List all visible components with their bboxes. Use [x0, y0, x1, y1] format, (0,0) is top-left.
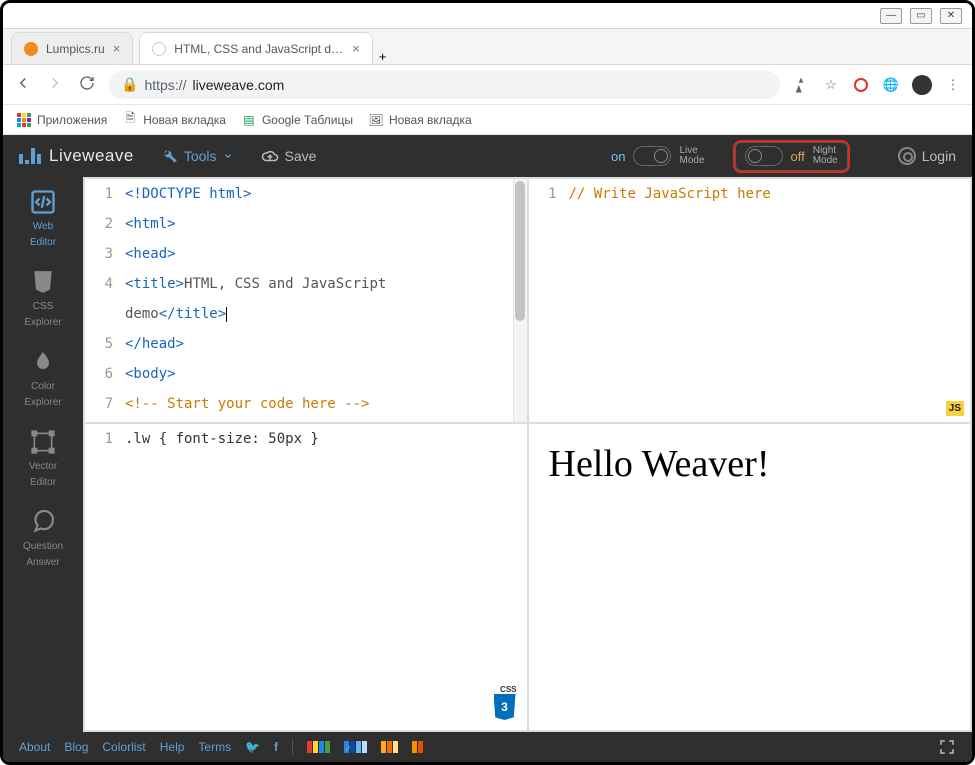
tools-menu[interactable]: Tools: [162, 148, 233, 164]
favicon-icon: [24, 42, 38, 56]
palette-swatch[interactable]: [412, 741, 423, 753]
tab-title: Lumpics.ru: [46, 42, 105, 56]
twitter-icon[interactable]: 🐦: [245, 740, 260, 754]
css-pane[interactable]: 1.lw { font-size: 50px } CSS 3: [84, 423, 528, 731]
sidebar-item-css-explorer[interactable]: CSSExplorer: [24, 267, 61, 329]
footer-link-help[interactable]: Help: [160, 740, 185, 754]
sidebar-item-color-explorer[interactable]: ColorExplorer: [24, 347, 61, 409]
footer-link-colorlist[interactable]: Colorlist: [102, 740, 145, 754]
tab-title: HTML, CSS and JavaScript demo: [174, 42, 344, 56]
css3-icon: [28, 267, 58, 297]
reload-button[interactable]: [77, 75, 97, 94]
code-icon: [28, 187, 58, 217]
menu-icon[interactable]: ⋮: [944, 76, 962, 94]
preview-output: Hello Weaver!: [529, 424, 971, 504]
minimize-button[interactable]: —: [880, 8, 902, 24]
live-mode-toggle[interactable]: on LiveMode: [611, 146, 704, 167]
sheets-icon: ▤: [242, 113, 256, 127]
sidebar-item-vector-editor[interactable]: VectorEditor: [28, 427, 58, 489]
palette-swatch[interactable]: ✓: [344, 741, 367, 753]
tab-close-icon[interactable]: ×: [352, 41, 360, 56]
js-pane[interactable]: 1// Write JavaScript here JS: [528, 178, 972, 423]
translate-icon[interactable]: [792, 76, 810, 94]
cloud-save-icon: [261, 147, 279, 165]
back-button[interactable]: [13, 74, 33, 95]
fullscreen-icon[interactable]: [938, 738, 956, 756]
css-badge: 3: [491, 692, 519, 722]
lock-icon: 🔒: [121, 76, 138, 93]
js-badge: JS: [946, 401, 964, 416]
user-icon: [898, 147, 916, 165]
favicon-icon: [152, 42, 166, 56]
facebook-icon[interactable]: f: [274, 740, 278, 754]
save-button[interactable]: Save: [261, 147, 317, 165]
apps-icon: [17, 113, 31, 127]
footer: About Blog Colorlist Help Terms 🐦 f ✓: [3, 732, 972, 762]
bookmark-item[interactable]: 🖼Новая вкладка: [369, 113, 472, 127]
palette-swatch[interactable]: [381, 741, 398, 753]
sidebar: WebEditor CSSExplorer ColorExplorer Vect…: [3, 177, 83, 732]
globe-extension-icon[interactable]: 🌐: [882, 76, 900, 94]
tools-icon: [162, 148, 178, 164]
bookmarks-bar: Приложения 🗎Новая вкладка ▤Google Таблиц…: [3, 105, 972, 135]
scrollbar[interactable]: [513, 179, 527, 422]
bookmark-item[interactable]: 🗎Новая вкладка: [123, 113, 226, 127]
maximize-button[interactable]: ▭: [910, 8, 932, 24]
footer-link-blog[interactable]: Blog: [64, 740, 88, 754]
doc-icon: 🗎: [123, 113, 137, 127]
url-host: liveweave.com: [192, 77, 284, 93]
logo-bars-icon: [19, 148, 41, 164]
toggle-switch[interactable]: [745, 146, 783, 166]
preview-pane: Hello Weaver!: [528, 423, 972, 731]
drop-icon: [28, 347, 58, 377]
star-icon[interactable]: ☆: [822, 76, 840, 94]
chevron-down-icon: [223, 151, 233, 161]
url-scheme: https://: [144, 77, 186, 93]
night-mode-toggle[interactable]: off NightMode: [733, 140, 850, 173]
address-bar[interactable]: 🔒 https:// liveweave.com: [109, 71, 780, 99]
scrollbar-thumb[interactable]: [515, 181, 525, 321]
opera-extension-icon[interactable]: [852, 76, 870, 94]
browser-tab[interactable]: Lumpics.ru ×: [11, 32, 133, 64]
close-button[interactable]: ✕: [940, 8, 962, 24]
liveweave-logo[interactable]: Liveweave: [19, 146, 134, 166]
brand-name: Liveweave: [49, 146, 134, 166]
browser-tab-active[interactable]: HTML, CSS and JavaScript demo ×: [139, 32, 373, 64]
tab-close-icon[interactable]: ×: [113, 41, 121, 56]
new-tab-button[interactable]: +: [379, 49, 387, 64]
sidebar-item-web-editor[interactable]: WebEditor: [28, 187, 58, 249]
bookmark-apps[interactable]: Приложения: [17, 113, 107, 127]
footer-link-about[interactable]: About: [19, 740, 50, 754]
html-pane[interactable]: 1<!DOCTYPE html>2<html>3<head>4<title>HT…: [84, 178, 528, 423]
footer-link-terms[interactable]: Terms: [198, 740, 231, 754]
bookmark-item[interactable]: ▤Google Таблицы: [242, 113, 353, 127]
image-icon: 🖼: [369, 113, 383, 127]
sidebar-item-qa[interactable]: QuestionAnswer: [23, 507, 63, 569]
vector-icon: [28, 427, 58, 457]
forward-button[interactable]: [45, 74, 65, 95]
chat-icon: [28, 507, 58, 537]
profile-avatar[interactable]: [912, 75, 932, 95]
toggle-switch[interactable]: [633, 146, 671, 166]
palette-swatch[interactable]: [307, 741, 330, 753]
login-button[interactable]: Login: [898, 147, 956, 165]
